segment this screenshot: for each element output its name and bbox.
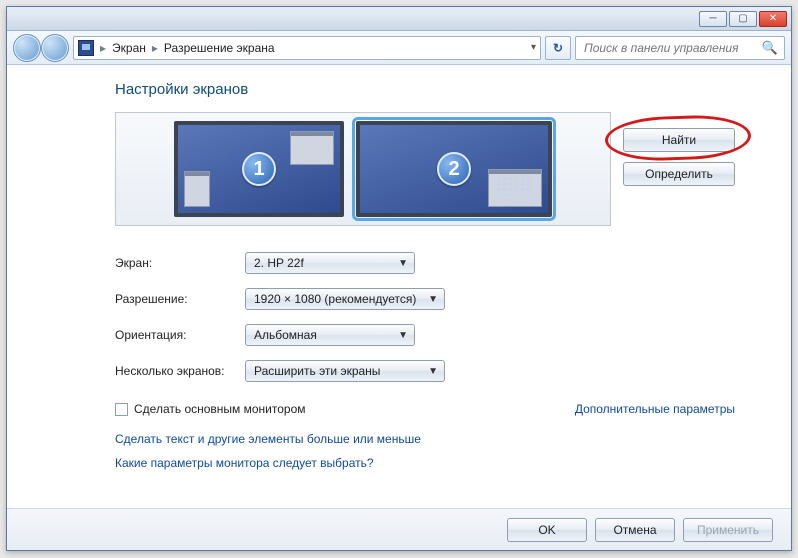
which-settings-link[interactable]: Какие параметры монитора следует выбрать… <box>115 456 735 470</box>
breadcrumb-dropdown-icon[interactable]: ▾ <box>531 42 536 53</box>
multi-displays-value: Расширить эти экраны <box>254 364 424 378</box>
primary-and-advanced-row: Сделать основным монитором Дополнительны… <box>115 402 735 416</box>
orientation-label: Ориентация: <box>115 328 245 342</box>
page-title: Настройки экранов <box>115 81 735 98</box>
ok-button[interactable]: OK <box>507 518 587 542</box>
chevron-down-icon: ▼ <box>428 294 438 305</box>
breadcrumb-sep-icon: ▸ <box>100 41 106 55</box>
dialog-footer: OK Отмена Применить <box>7 508 791 550</box>
content-area: Настройки экранов 1 2 <box>7 65 791 508</box>
settings-form: Экран: 2. HP 22f ▼ Разрешение: 1920 × 10… <box>115 252 735 382</box>
preview-row: 1 2 Найти <box>115 112 735 226</box>
advanced-settings-link[interactable]: Дополнительные параметры <box>575 402 735 416</box>
display-label: Экран: <box>115 256 245 270</box>
orientation-select-value: Альбомная <box>254 328 394 342</box>
breadcrumb-item-screen[interactable]: Экран <box>112 41 146 55</box>
window-frame: ─ ▢ ✕ ▸ Экран ▸ Разрешение экрана ▾ ↻ 🔍 <box>6 6 792 551</box>
monitor-badge-1: 1 <box>242 152 276 186</box>
resolution-label: Разрешение: <box>115 292 245 306</box>
titlebar: ─ ▢ ✕ <box>7 7 791 31</box>
refresh-icon: ↻ <box>553 41 563 55</box>
mini-window-icon <box>184 171 210 207</box>
help-links: Сделать текст и другие элементы больше и… <box>115 432 735 470</box>
monitor-preview-box: 1 2 <box>115 112 611 226</box>
display-select[interactable]: 2. HP 22f ▼ <box>245 252 415 274</box>
make-primary-label: Сделать основным монитором <box>134 402 306 416</box>
close-button[interactable]: ✕ <box>759 11 787 27</box>
display-icon <box>78 40 94 56</box>
resolution-select[interactable]: 1920 × 1080 (рекомендуется) ▼ <box>245 288 445 310</box>
breadcrumb-item-resolution[interactable]: Разрешение экрана <box>164 41 275 55</box>
chevron-down-icon: ▼ <box>398 258 408 269</box>
identify-button[interactable]: Определить <box>623 162 735 186</box>
cancel-button[interactable]: Отмена <box>595 518 675 542</box>
monitor-2[interactable]: 2 <box>356 121 552 217</box>
breadcrumb-sep-icon: ▸ <box>152 41 158 55</box>
make-primary-checkbox[interactable] <box>115 403 128 416</box>
mini-window-icon <box>290 131 334 165</box>
mini-window-icon <box>488 169 542 207</box>
maximize-button[interactable]: ▢ <box>729 11 757 27</box>
detect-button[interactable]: Найти <box>623 128 735 152</box>
monitor-1[interactable]: 1 <box>174 121 344 217</box>
text-size-link[interactable]: Сделать текст и другие элементы больше и… <box>115 432 735 446</box>
search-icon[interactable]: 🔍 <box>762 40 778 56</box>
apply-button[interactable]: Применить <box>683 518 773 542</box>
multi-displays-label: Несколько экранов: <box>115 364 245 378</box>
breadcrumb-bar[interactable]: ▸ Экран ▸ Разрешение экрана ▾ <box>73 36 541 60</box>
display-select-value: 2. HP 22f <box>254 256 394 270</box>
nav-buttons <box>13 34 69 62</box>
forward-button[interactable] <box>41 34 69 62</box>
search-box[interactable]: 🔍 <box>575 36 785 60</box>
minimize-button[interactable]: ─ <box>699 11 727 27</box>
address-bar: ▸ Экран ▸ Разрешение экрана ▾ ↻ 🔍 <box>7 31 791 65</box>
preview-button-column: Найти Определить <box>623 112 735 226</box>
orientation-select[interactable]: Альбомная ▼ <box>245 324 415 346</box>
back-button[interactable] <box>13 34 41 62</box>
refresh-button[interactable]: ↻ <box>545 36 571 60</box>
search-input[interactable] <box>582 40 756 56</box>
resolution-select-value: 1920 × 1080 (рекомендуется) <box>254 292 424 306</box>
multi-displays-select[interactable]: Расширить эти экраны ▼ <box>245 360 445 382</box>
chevron-down-icon: ▼ <box>398 330 408 341</box>
monitor-badge-2: 2 <box>437 152 471 186</box>
chevron-down-icon: ▼ <box>428 366 438 377</box>
